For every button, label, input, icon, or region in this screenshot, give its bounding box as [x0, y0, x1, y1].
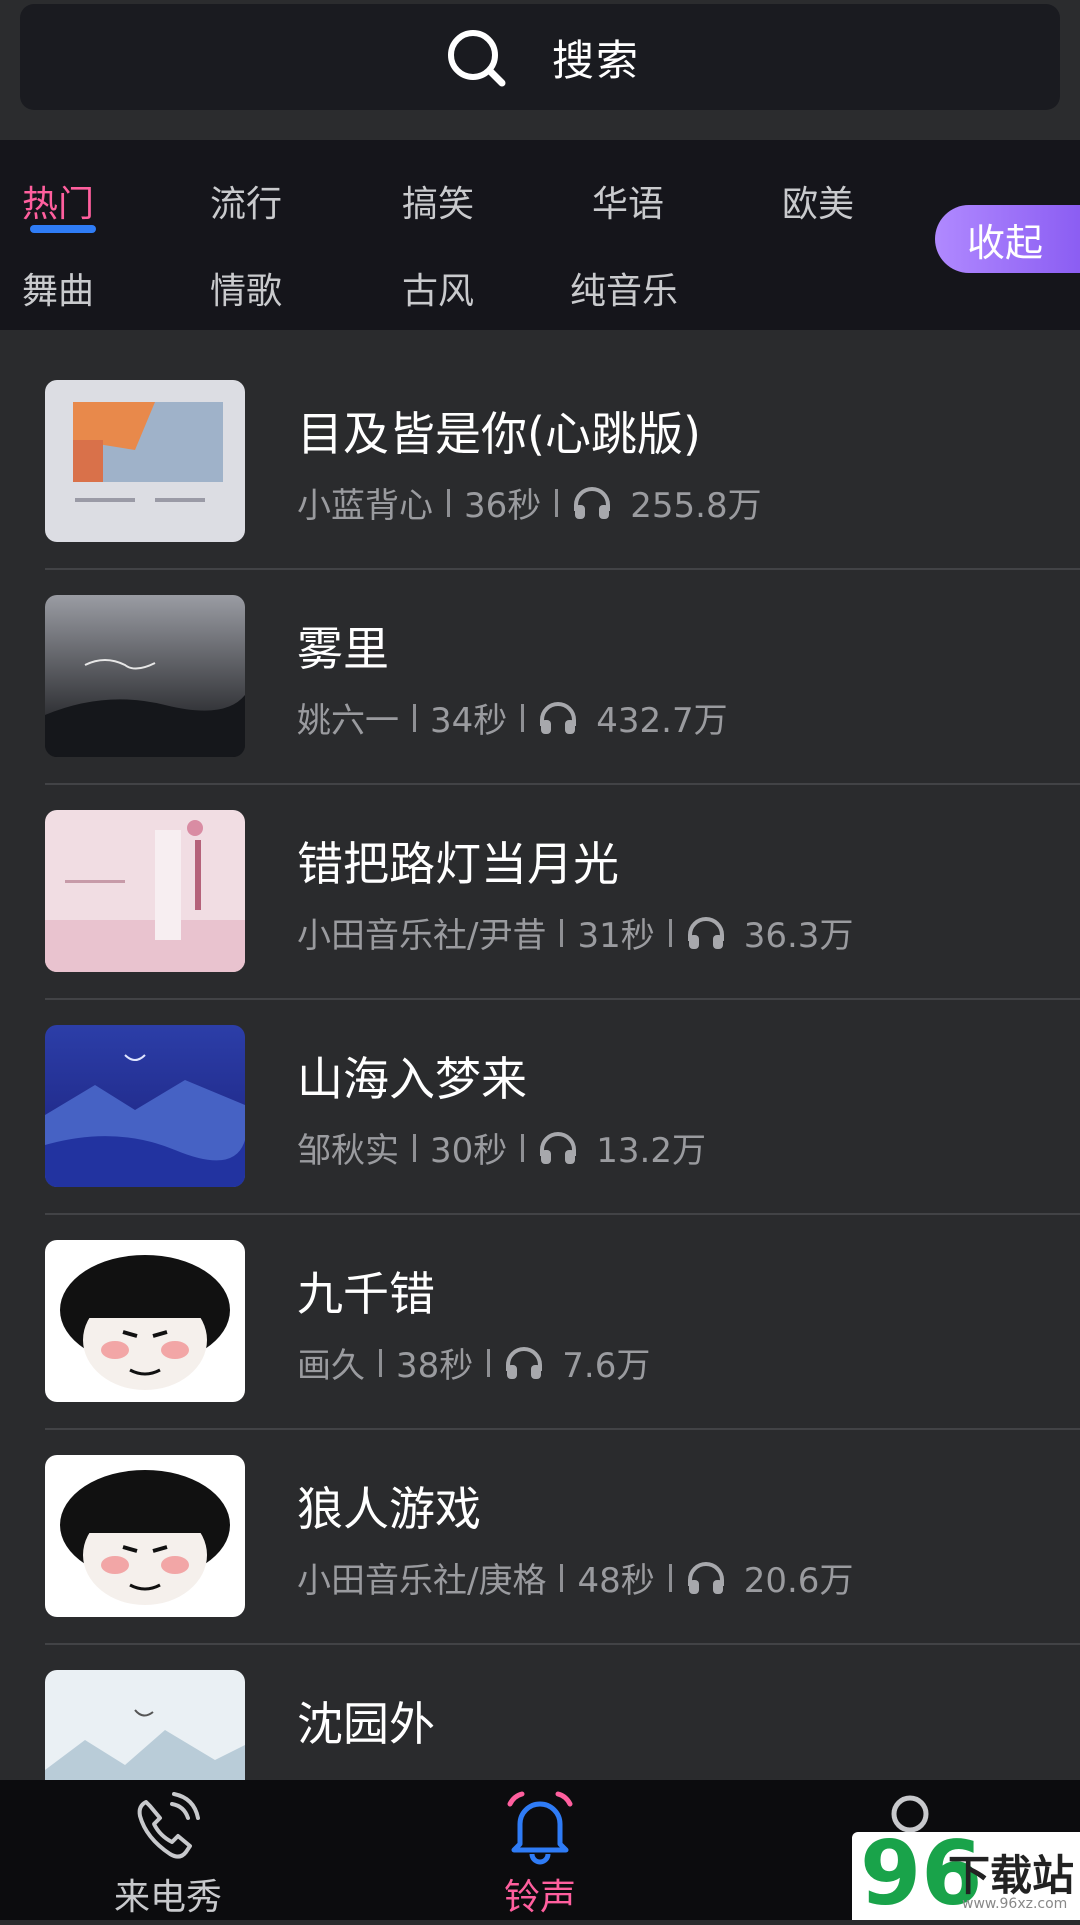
separator [555, 488, 559, 517]
list-item[interactable]: 山海入梦来 邹秋实 30秒 13.2万 [0, 975, 1080, 1215]
song-meta: 小蓝背心 36秒 255.8万 [297, 478, 762, 527]
song-plays: 432.7万 [596, 701, 728, 741]
song-title: 沈园外 [297, 1697, 435, 1751]
separator [560, 918, 564, 947]
separator [521, 703, 525, 732]
top-area: 搜索 [0, 0, 1080, 140]
song-cover [45, 810, 245, 972]
song-meta: 姚六一 34秒 432.7万 [297, 693, 728, 742]
bell-icon [507, 1791, 573, 1865]
song-cover [45, 1670, 245, 1780]
list-item[interactable]: 沈园外 [0, 1620, 1080, 1780]
search-bar[interactable]: 搜索 [20, 4, 1060, 110]
song-plays: 13.2万 [596, 1131, 706, 1171]
category-hot[interactable]: 热门 [22, 175, 94, 227]
list-item[interactable]: 目及皆是你(心跳版) 小蓝背心 36秒 255.8万 [0, 330, 1080, 570]
separator [413, 703, 416, 732]
song-duration: 38秒 [396, 1346, 474, 1386]
song-artist: 小田音乐社/庚格 [297, 1561, 547, 1601]
separator [521, 1133, 525, 1162]
category-pop[interactable]: 流行 [210, 175, 282, 227]
song-title: 山海入梦来 [297, 1052, 527, 1106]
category-funny[interactable]: 搞笑 [402, 175, 474, 227]
song-plays: 36.3万 [743, 916, 854, 956]
tab-call-show[interactable]: 来电秀 [68, 1780, 268, 1920]
search-label: 搜索 [551, 35, 640, 85]
watermark-text: 下载站 [948, 1851, 1075, 1900]
category-ancient[interactable]: 古风 [402, 262, 474, 314]
ringtone-list: 目及皆是你(心跳版) 小蓝背心 36秒 255.8万 雾里 姚六一 34秒 43… [0, 330, 1080, 1780]
separator [413, 1133, 416, 1162]
headphones-icon [687, 1561, 724, 1594]
song-duration: 34秒 [430, 701, 508, 741]
separator [668, 1563, 672, 1592]
song-meta: 画久 38秒 7.6万 [297, 1338, 650, 1387]
list-item[interactable]: 错把路灯当月光 小田音乐社/尹昔 31秒 36.3万 [0, 760, 1080, 1000]
song-cover [45, 1240, 245, 1402]
list-item[interactable]: 狼人游戏 小田音乐社/庚格 48秒 20.6万 [0, 1405, 1080, 1645]
separator [487, 1348, 491, 1377]
watermark-url: www.96xz.com [962, 1896, 1068, 1912]
list-item[interactable]: 雾里 姚六一 34秒 432.7万 [0, 545, 1080, 785]
tab-ringtone[interactable]: 铃声 [440, 1780, 640, 1920]
tab-label: 来电秀 [113, 1877, 222, 1918]
category-chinese[interactable]: 华语 [592, 175, 664, 227]
category-panel [0, 140, 1080, 330]
song-duration: 31秒 [577, 916, 655, 956]
song-title: 错把路灯当月光 [297, 837, 619, 891]
song-cover [45, 595, 245, 757]
headphones-icon [506, 1346, 543, 1379]
headphones-icon [574, 486, 611, 519]
song-duration: 30秒 [430, 1131, 508, 1171]
category-western[interactable]: 欧美 [782, 175, 854, 227]
song-cover [45, 1025, 245, 1187]
song-title: 雾里 [297, 622, 389, 676]
collapse-button[interactable]: 收起 [935, 205, 1080, 273]
song-title: 目及皆是你(心跳版) [297, 407, 701, 461]
song-plays: 7.6万 [562, 1346, 651, 1386]
song-title: 狼人游戏 [297, 1482, 481, 1536]
active-category-indicator [30, 225, 96, 233]
song-duration: 48秒 [577, 1561, 655, 1601]
watermark-logo: 96 下载站 www.96xz.com [852, 1822, 1080, 1925]
song-cover [45, 380, 245, 542]
category-dance[interactable]: 舞曲 [22, 262, 94, 314]
tab-label: 铃声 [503, 1877, 576, 1918]
headphones-icon [540, 701, 577, 734]
separator [447, 488, 450, 517]
song-artist: 小蓝背心 [297, 486, 433, 526]
headphones-icon [687, 916, 724, 949]
headphones-icon [540, 1131, 577, 1164]
search-icon [447, 30, 506, 87]
song-artist: 邹秋实 [297, 1131, 399, 1171]
song-meta: 小田音乐社/尹昔 31秒 36.3万 [297, 908, 853, 957]
song-meta: 邹秋实 30秒 13.2万 [297, 1123, 706, 1172]
phone-icon [137, 1792, 200, 1859]
song-cover [45, 1455, 245, 1617]
category-pure-music[interactable]: 纯音乐 [570, 262, 678, 314]
separator [668, 918, 672, 947]
song-meta: 小田音乐社/庚格 48秒 20.6万 [297, 1553, 853, 1602]
song-artist: 姚六一 [297, 701, 399, 741]
song-title: 九千错 [297, 1267, 435, 1321]
separator [560, 1563, 564, 1592]
song-plays: 255.8万 [630, 486, 762, 526]
song-artist: 画久 [297, 1346, 365, 1386]
category-love[interactable]: 情歌 [210, 262, 282, 314]
song-plays: 20.6万 [743, 1561, 854, 1601]
list-item[interactable]: 九千错 画久 38秒 7.6万 [0, 1190, 1080, 1430]
song-duration: 36秒 [464, 486, 542, 526]
separator [379, 1348, 382, 1377]
song-artist: 小田音乐社/尹昔 [297, 916, 547, 956]
